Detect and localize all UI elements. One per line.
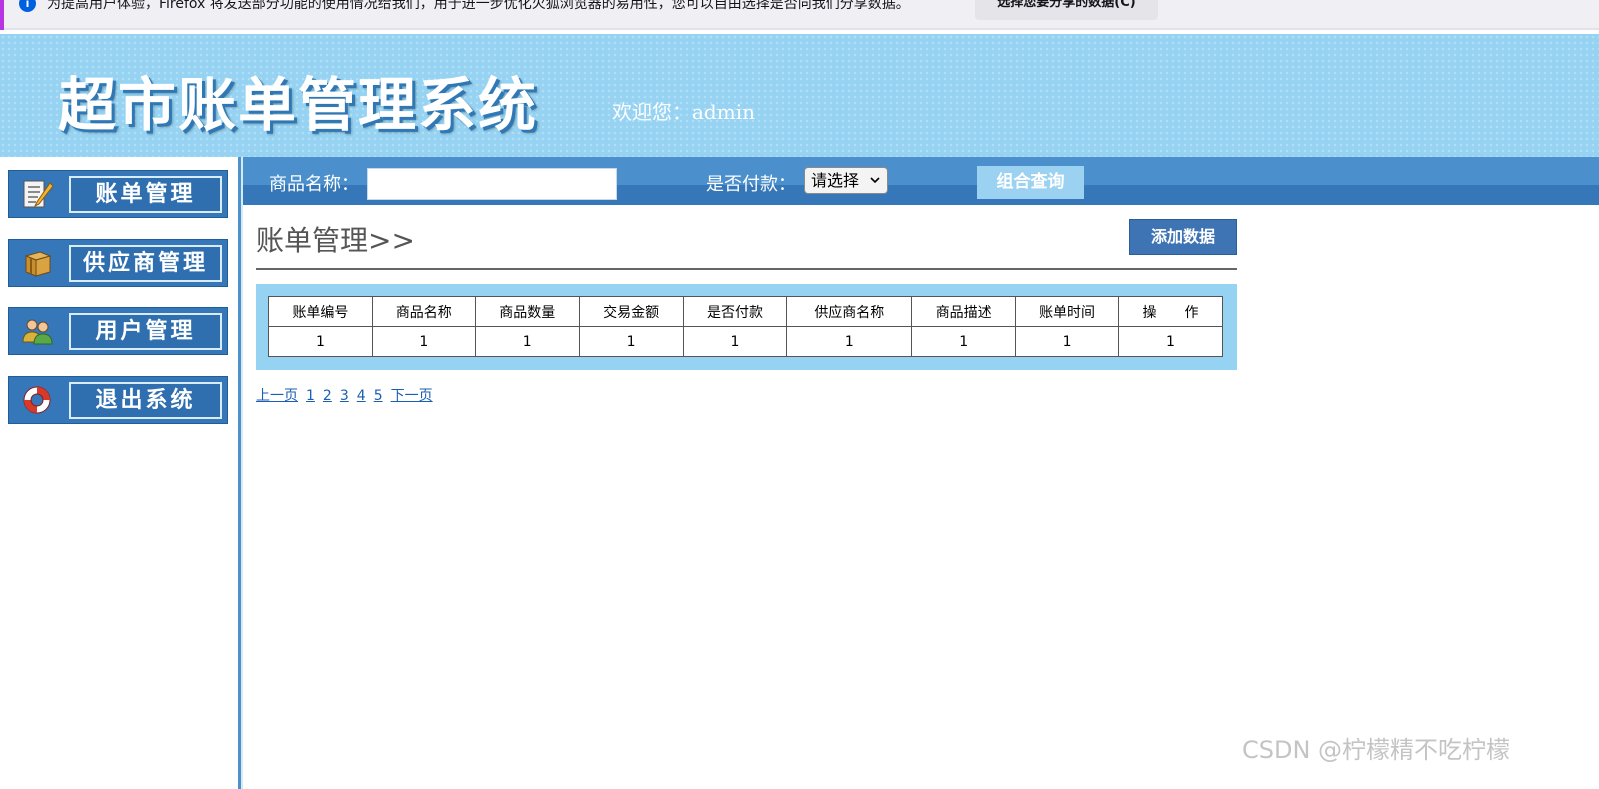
welcome-text: 欢迎您：admin	[612, 100, 755, 124]
header-banner: 超市账单管理系统 欢迎您：admin	[0, 34, 1599, 157]
column-header: 商品描述	[911, 296, 1017, 327]
table-cell: 1	[268, 326, 373, 357]
sidebar-item-supplier-management[interactable]: 供应商管理	[8, 239, 228, 287]
notification-accent	[0, 0, 4, 30]
column-header: 供应商名称	[786, 296, 913, 327]
app-title: 超市账单管理系统	[58, 71, 539, 139]
page-link-3[interactable]: 3	[340, 388, 349, 404]
notification-message: 为提高用户体验，Firefox 将发送部分功能的使用情况给我们，用于进一步优化火…	[47, 0, 910, 12]
package-box-icon	[19, 246, 55, 280]
pagination: 上一页 1 2 3 4 5 下一页	[256, 385, 441, 405]
combined-query-button[interactable]: 组合查询	[977, 166, 1084, 199]
column-header: 商品数量	[474, 296, 580, 327]
sidebar-item-logout[interactable]: 退出系统	[8, 376, 228, 424]
notepad-pencil-icon	[19, 177, 55, 211]
next-page-link[interactable]: 下一页	[391, 388, 433, 404]
sidebar-item-bill-management[interactable]: 账单管理	[8, 170, 228, 218]
table-cell: 1	[474, 326, 580, 357]
share-data-button[interactable]: 选择您要分享的数据(C)	[975, 0, 1158, 20]
page-title: 账单管理>>	[256, 224, 415, 257]
info-icon: i	[19, 0, 36, 12]
table-cell: 1	[371, 326, 476, 357]
table-row: 1 1 1 1 1 1 1 1 1	[268, 326, 1223, 357]
users-icon	[19, 314, 55, 348]
paid-status-select[interactable]: 请选择	[804, 167, 888, 194]
notification-bar: i 为提高用户体验，Firefox 将发送部分功能的使用情况给我们，用于进一步优…	[0, 0, 1599, 30]
paid-status-label: 是否付款：	[706, 174, 796, 195]
bill-table-frame: 账单编号 商品名称 商品数量 交易金额 是否付款 供应商名称 商品描述 账单时间…	[256, 284, 1237, 370]
add-data-button[interactable]: 添加数据	[1129, 219, 1237, 255]
table-cell: 1	[911, 326, 1017, 357]
table-cell: 1	[1015, 326, 1120, 357]
column-header: 商品名称	[371, 296, 476, 327]
page-link-4[interactable]: 4	[357, 388, 366, 404]
chevron-down-icon	[870, 168, 880, 202]
paid-status-selected: 请选择	[811, 171, 860, 190]
title-divider	[256, 268, 1237, 270]
page-link-5[interactable]: 5	[374, 388, 383, 404]
column-header: 是否付款	[682, 296, 788, 327]
page-link-1[interactable]: 1	[306, 388, 315, 404]
column-header: 交易金额	[578, 296, 684, 327]
table-cell: 1	[786, 326, 913, 357]
column-header: 账单编号	[268, 296, 373, 327]
sidebar-item-label: 供应商管理	[69, 245, 222, 282]
sidebar-divider	[237, 157, 243, 789]
watermark: CSDN @柠檬精不吃柠檬	[1242, 736, 1511, 764]
table-cell[interactable]: 1	[1118, 326, 1223, 357]
table-cell: 1	[682, 326, 788, 357]
product-name-label: 商品名称：	[269, 174, 359, 195]
product-name-input[interactable]	[367, 168, 617, 200]
page-link-2[interactable]: 2	[323, 388, 332, 404]
search-bar: 商品名称： 是否付款： 请选择 组合查询	[243, 157, 1599, 205]
table-header-row: 账单编号 商品名称 商品数量 交易金额 是否付款 供应商名称 商品描述 账单时间…	[268, 296, 1223, 327]
column-header: 账单时间	[1015, 296, 1120, 327]
sidebar-item-label: 账单管理	[69, 176, 222, 213]
sidebar: 账单管理 供应商管理 用户管理 退出系统	[0, 157, 237, 789]
prev-page-link[interactable]: 上一页	[256, 388, 298, 404]
sidebar-item-user-management[interactable]: 用户管理	[8, 307, 228, 355]
sidebar-item-label: 退出系统	[69, 382, 222, 419]
column-header: 操 作	[1118, 296, 1223, 327]
table-cell: 1	[578, 326, 684, 357]
lifebuoy-icon	[19, 383, 55, 417]
bill-table: 账单编号 商品名称 商品数量 交易金额 是否付款 供应商名称 商品描述 账单时间…	[268, 296, 1223, 357]
sidebar-item-label: 用户管理	[69, 313, 222, 350]
